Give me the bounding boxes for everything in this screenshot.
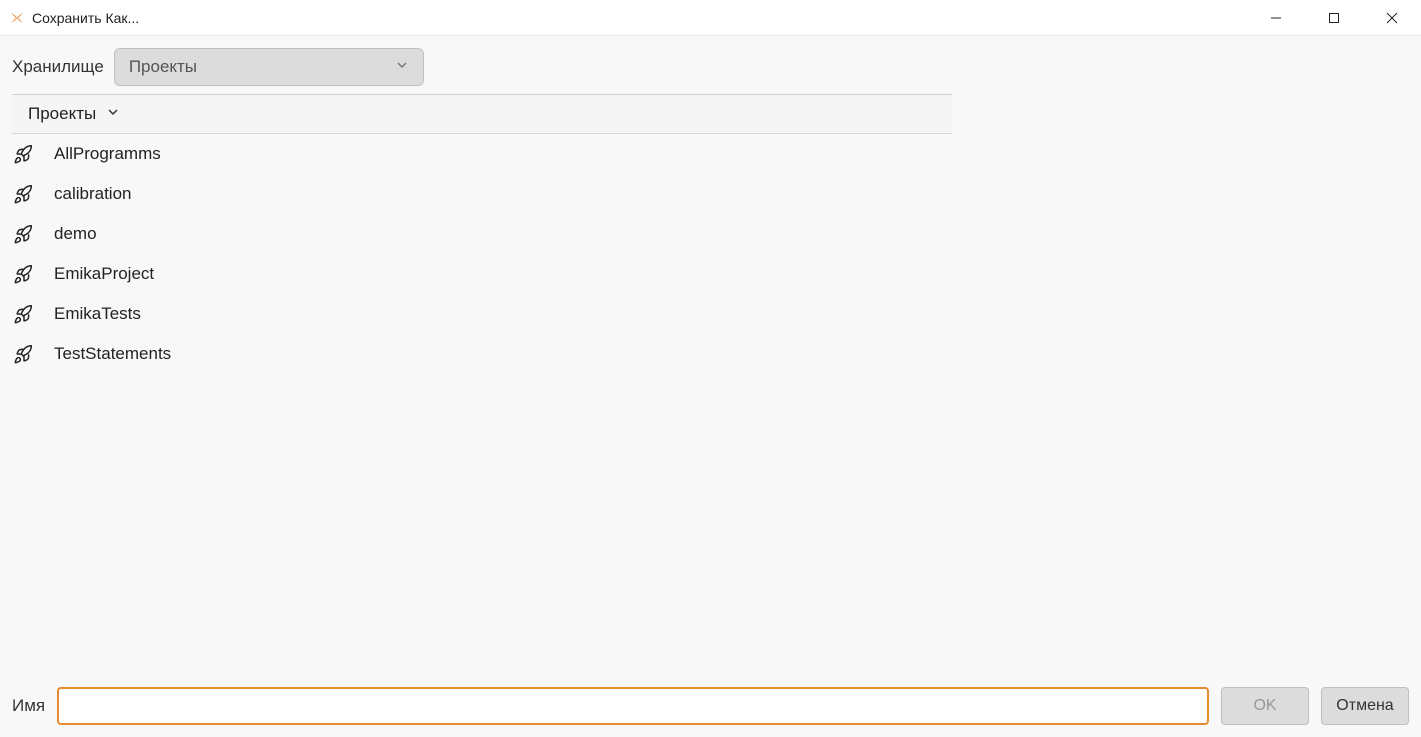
list-item[interactable]: EmikaProject bbox=[12, 254, 952, 294]
rocket-icon bbox=[12, 342, 36, 366]
rocket-icon bbox=[12, 262, 36, 286]
minimize-button[interactable] bbox=[1247, 0, 1305, 35]
list-item-label: TestStatements bbox=[54, 344, 171, 364]
rocket-icon bbox=[12, 142, 36, 166]
storage-row: Хранилище Проекты bbox=[0, 36, 1421, 94]
titlebar: Сохранить Как... bbox=[0, 0, 1421, 36]
list-item[interactable]: AllProgramms bbox=[12, 134, 952, 174]
cancel-button[interactable]: Отмена bbox=[1321, 687, 1409, 725]
main-area: Проекты AllProgramms calibration demo Em… bbox=[0, 94, 1421, 675]
breadcrumb-current: Проекты bbox=[28, 104, 96, 124]
rocket-icon bbox=[12, 222, 36, 246]
list-item[interactable]: calibration bbox=[12, 174, 952, 214]
close-icon bbox=[1386, 12, 1398, 24]
name-label: Имя bbox=[12, 696, 45, 716]
minimize-icon bbox=[1270, 12, 1282, 24]
window-title: Сохранить Как... bbox=[32, 10, 139, 26]
chevron-down-icon bbox=[106, 105, 120, 124]
list-item-label: demo bbox=[54, 224, 97, 244]
ok-button[interactable]: OK bbox=[1221, 687, 1309, 725]
bottom-row: Имя OK Отмена bbox=[0, 675, 1421, 737]
list-panel: Проекты AllProgramms calibration demo Em… bbox=[12, 94, 952, 675]
rocket-icon bbox=[12, 182, 36, 206]
close-button[interactable] bbox=[1363, 0, 1421, 35]
list-item[interactable]: EmikaTests bbox=[12, 294, 952, 334]
rocket-icon bbox=[12, 302, 36, 326]
list-item[interactable]: demo bbox=[12, 214, 952, 254]
list-item-label: calibration bbox=[54, 184, 132, 204]
storage-dropdown-value: Проекты bbox=[129, 57, 197, 77]
chevron-down-icon bbox=[395, 58, 409, 77]
project-list: AllProgramms calibration demo EmikaProje… bbox=[12, 134, 952, 675]
window-controls bbox=[1247, 0, 1421, 35]
app-icon bbox=[8, 9, 26, 27]
storage-label: Хранилище bbox=[12, 57, 104, 77]
list-item-label: EmikaTests bbox=[54, 304, 141, 324]
maximize-button[interactable] bbox=[1305, 0, 1363, 35]
maximize-icon bbox=[1328, 12, 1340, 24]
list-item-label: EmikaProject bbox=[54, 264, 154, 284]
list-item[interactable]: TestStatements bbox=[12, 334, 952, 374]
storage-dropdown[interactable]: Проекты bbox=[114, 48, 424, 86]
name-input[interactable] bbox=[57, 687, 1209, 725]
breadcrumb-bar[interactable]: Проекты bbox=[12, 94, 952, 134]
content: Хранилище Проекты Проекты bbox=[0, 36, 1421, 737]
list-item-label: AllProgramms bbox=[54, 144, 161, 164]
titlebar-left: Сохранить Как... bbox=[8, 9, 139, 27]
